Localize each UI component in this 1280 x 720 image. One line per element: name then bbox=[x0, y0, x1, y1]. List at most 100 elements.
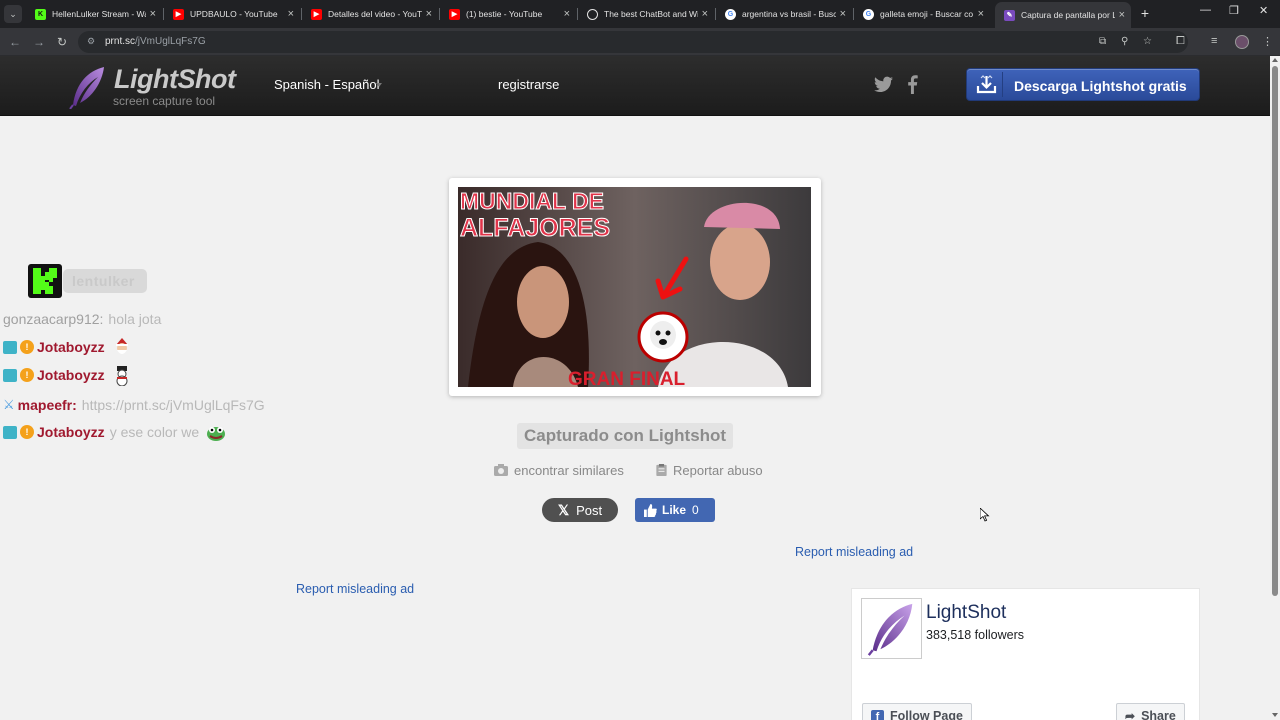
tab-title: galleta emoji - Buscar co bbox=[880, 9, 974, 19]
lightshot-icon: ✎ bbox=[1004, 9, 1015, 21]
chat-username: Jotaboyzz bbox=[37, 424, 105, 440]
tab-chatbot[interactable]: The best ChatBot and Wi × bbox=[578, 3, 714, 25]
report-ad-link[interactable]: Report misleading ad bbox=[795, 545, 913, 559]
download-icon bbox=[970, 72, 1003, 97]
share-arrow-icon: ➦ bbox=[1125, 709, 1136, 720]
bookmark-star-icon[interactable]: ☆ bbox=[1143, 36, 1152, 47]
caption-bottom: GRAN FINAL bbox=[568, 369, 686, 387]
screenshot-image[interactable]: MUNDIAL DE ALFAJORES GRAN FINAL bbox=[458, 187, 811, 387]
tab-search-button[interactable]: ⌄ bbox=[4, 5, 22, 23]
screen-capture-icon[interactable]: ⧉ bbox=[1099, 36, 1106, 47]
zoom-icon[interactable]: ⚲ bbox=[1121, 36, 1128, 47]
chat-username: Jotaboyzz bbox=[37, 367, 105, 383]
address-bar[interactable]: ⚙ prnt.sc/jVmUglLqFs7G ⧉ ⚲ ☆ bbox=[78, 31, 1188, 53]
tab-argentina-brasil[interactable]: G argentina vs brasil - Busc × bbox=[716, 3, 852, 25]
restore-icon[interactable]: ❐ bbox=[1229, 4, 1239, 17]
forward-icon[interactable]: → bbox=[33, 34, 45, 50]
chatbot-icon bbox=[587, 8, 598, 20]
post-to-x-button[interactable]: 𝕏 Post bbox=[542, 498, 618, 522]
site-info-icon[interactable]: ⚙ bbox=[87, 36, 98, 47]
tab-updbaulo[interactable]: ▶ UPDBAULO - YouTube × bbox=[164, 3, 300, 25]
close-icon[interactable]: × bbox=[288, 8, 294, 20]
scrollbar-thumb[interactable] bbox=[1272, 66, 1278, 596]
page-viewport: LightShot screen capture tool Spanish - … bbox=[0, 56, 1270, 720]
brand-name: lentulker bbox=[72, 273, 135, 289]
tab-bestie[interactable]: ▶ (1) bestie - YouTube × bbox=[440, 3, 576, 25]
chat-link[interactable]: https://prnt.sc/jVmUglLqFs7G bbox=[82, 397, 265, 413]
tab-title: Detalles del video - YouTu bbox=[328, 9, 422, 19]
chat-message: ⚔ mapeefr: https://prnt.sc/jVmUglLqFs7G bbox=[3, 394, 265, 416]
close-icon[interactable]: × bbox=[978, 8, 984, 20]
scroll-up-icon[interactable] bbox=[1272, 58, 1278, 62]
chat-username: Jotaboyzz bbox=[37, 339, 105, 355]
page-scrollbar[interactable] bbox=[1270, 56, 1280, 720]
chevron-down-icon[interactable] bbox=[376, 83, 382, 87]
reload-icon[interactable]: ↻ bbox=[57, 34, 67, 50]
brand-pill: lentulker bbox=[63, 269, 147, 293]
page-name-link[interactable]: LightShot bbox=[926, 602, 1006, 624]
close-icon[interactable]: × bbox=[564, 8, 570, 20]
browser-toolbar: ← → ↻ ⚙ prnt.sc/jVmUglLqFs7G ⧉ ⚲ ☆ ⧠ ≡ ⋮ bbox=[0, 28, 1280, 56]
close-icon[interactable]: × bbox=[1119, 9, 1125, 21]
chat-message: ! Jotaboyzz y ese color we bbox=[3, 421, 227, 443]
facebook-like-button[interactable]: Like 0 bbox=[635, 498, 715, 522]
kick-icon: K bbox=[35, 8, 46, 20]
download-label: Descarga Lightshot gratis bbox=[1014, 78, 1187, 94]
extensions-icon[interactable]: ⧠ bbox=[1176, 35, 1185, 48]
new-tab-button[interactable]: + bbox=[1137, 5, 1153, 21]
close-icon[interactable]: × bbox=[426, 8, 432, 20]
youtube-icon: ▶ bbox=[449, 8, 460, 20]
youtube-studio-icon: ▶ bbox=[311, 8, 322, 20]
feather-logo-icon[interactable] bbox=[68, 65, 108, 109]
tab-kick-stream[interactable]: K HellenLulker Stream - Wa × bbox=[26, 3, 162, 25]
minimize-icon[interactable]: — bbox=[1200, 4, 1211, 16]
coin-badge-icon: ! bbox=[20, 368, 34, 382]
mouse-cursor-icon bbox=[980, 508, 990, 522]
follow-page-button[interactable]: f Follow Page bbox=[862, 703, 972, 720]
more-menu-icon[interactable]: ⋮ bbox=[1262, 35, 1273, 48]
language-select[interactable]: Spanish - Español bbox=[274, 77, 380, 92]
like-label: Like bbox=[662, 503, 687, 517]
tab-title: The best ChatBot and Wi bbox=[604, 9, 698, 19]
url-text: prnt.sc/jVmUglLqFs7G bbox=[105, 36, 206, 47]
santa-emote-icon bbox=[115, 338, 128, 354]
media-controls-icon[interactable]: ≡ bbox=[1211, 35, 1217, 47]
logo-tagline: screen capture tool bbox=[113, 94, 216, 108]
clipboard-icon bbox=[656, 464, 667, 476]
report-ad-link[interactable]: Report misleading ad bbox=[296, 582, 414, 596]
followers-count: 383,518 followers bbox=[926, 628, 1024, 642]
subscriber-badge-icon bbox=[3, 368, 17, 382]
x-logo-icon: 𝕏 bbox=[557, 501, 570, 518]
back-icon[interactable]: ← bbox=[9, 34, 21, 50]
scroll-down-icon[interactable] bbox=[1272, 713, 1278, 717]
close-icon[interactable]: × bbox=[840, 8, 846, 20]
chat-separator: : bbox=[72, 397, 77, 413]
report-abuse-link[interactable]: Reportar abuso bbox=[656, 461, 763, 479]
tab-galleta-emoji[interactable]: G galleta emoji - Buscar co × bbox=[854, 3, 990, 25]
tab-video-details[interactable]: ▶ Detalles del video - YouTu × bbox=[302, 3, 438, 25]
tab-lightshot-active[interactable]: ✎ Captura de pantalla por L × bbox=[995, 2, 1131, 28]
register-link[interactable]: registrarse bbox=[498, 77, 559, 92]
chat-separator: : bbox=[99, 311, 104, 327]
thumbs-up-icon bbox=[644, 503, 657, 517]
chat-username: mapeefr bbox=[17, 397, 73, 413]
find-similar-link[interactable]: encontrar similares bbox=[494, 461, 624, 479]
twitter-icon[interactable] bbox=[874, 76, 893, 93]
logo-name[interactable]: LightShot bbox=[114, 64, 236, 95]
subscriber-badge-icon bbox=[3, 425, 17, 439]
avatar[interactable] bbox=[1235, 35, 1249, 49]
google-icon: G bbox=[863, 8, 874, 20]
download-button[interactable]: Descarga Lightshot gratis bbox=[966, 68, 1200, 101]
captured-label: Capturado con Lightshot bbox=[517, 423, 734, 449]
tab-title: UPDBAULO - YouTube bbox=[190, 9, 278, 19]
screenshot-card: MUNDIAL DE ALFAJORES GRAN FINAL bbox=[449, 178, 821, 396]
close-window-icon[interactable]: ✕ bbox=[1259, 4, 1268, 17]
facebook-icon[interactable] bbox=[906, 75, 918, 94]
close-icon[interactable]: × bbox=[702, 8, 708, 20]
page-avatar[interactable] bbox=[861, 598, 922, 659]
snowman-emote-icon bbox=[116, 366, 128, 386]
chat-text: hola jota bbox=[108, 311, 162, 327]
share-button[interactable]: ➦ Share bbox=[1116, 703, 1185, 720]
close-icon[interactable]: × bbox=[150, 8, 156, 20]
subscriber-badge-icon bbox=[3, 340, 17, 354]
